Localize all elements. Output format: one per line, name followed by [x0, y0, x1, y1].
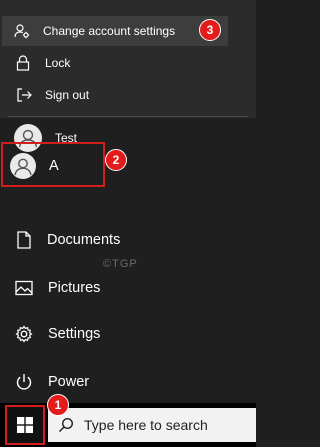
pictures-icon — [15, 280, 33, 296]
documents-item[interactable]: Documents — [0, 220, 256, 260]
pictures-label: Pictures — [48, 280, 101, 296]
annotation-badge-1: 1 — [47, 394, 69, 416]
document-icon — [16, 231, 32, 249]
account-flyout: Change account settings Lock Sign out — [0, 0, 256, 118]
highlight-box-current-user — [1, 142, 105, 187]
documents-label: Documents — [47, 232, 121, 248]
person-settings-icon — [14, 23, 30, 39]
settings-gear-icon — [15, 325, 33, 343]
search-placeholder: Type here to search — [84, 417, 208, 433]
annotation-badge-3: 3 — [199, 19, 221, 41]
start-button[interactable] — [5, 405, 45, 445]
change-account-settings-label: Change account settings — [43, 24, 176, 38]
lock-icon — [16, 55, 30, 71]
power-item[interactable]: Power — [0, 362, 256, 402]
lock-label: Lock — [45, 56, 71, 70]
change-account-settings-item[interactable]: Change account settings — [2, 16, 228, 46]
pictures-item[interactable]: Pictures — [0, 268, 256, 308]
sign-out-label: Sign out — [45, 88, 90, 102]
sign-out-icon — [16, 87, 32, 103]
watermark: ©TGP — [103, 258, 138, 270]
power-label: Power — [48, 374, 90, 390]
search-icon — [58, 417, 74, 433]
sign-out-item[interactable]: Sign out — [0, 80, 256, 110]
account-divider — [8, 116, 248, 117]
start-menu: Change account settings Lock Sign out Te… — [0, 0, 256, 403]
lock-item[interactable]: Lock — [0, 48, 256, 78]
windows-logo-icon — [17, 417, 33, 433]
taskbar-search-box[interactable]: Type here to search — [48, 408, 256, 442]
settings-item[interactable]: Settings — [0, 314, 256, 354]
power-icon — [15, 373, 33, 391]
taskbar: Type here to search — [0, 403, 256, 447]
settings-label: Settings — [48, 326, 101, 342]
annotation-badge-2: 2 — [105, 149, 127, 171]
